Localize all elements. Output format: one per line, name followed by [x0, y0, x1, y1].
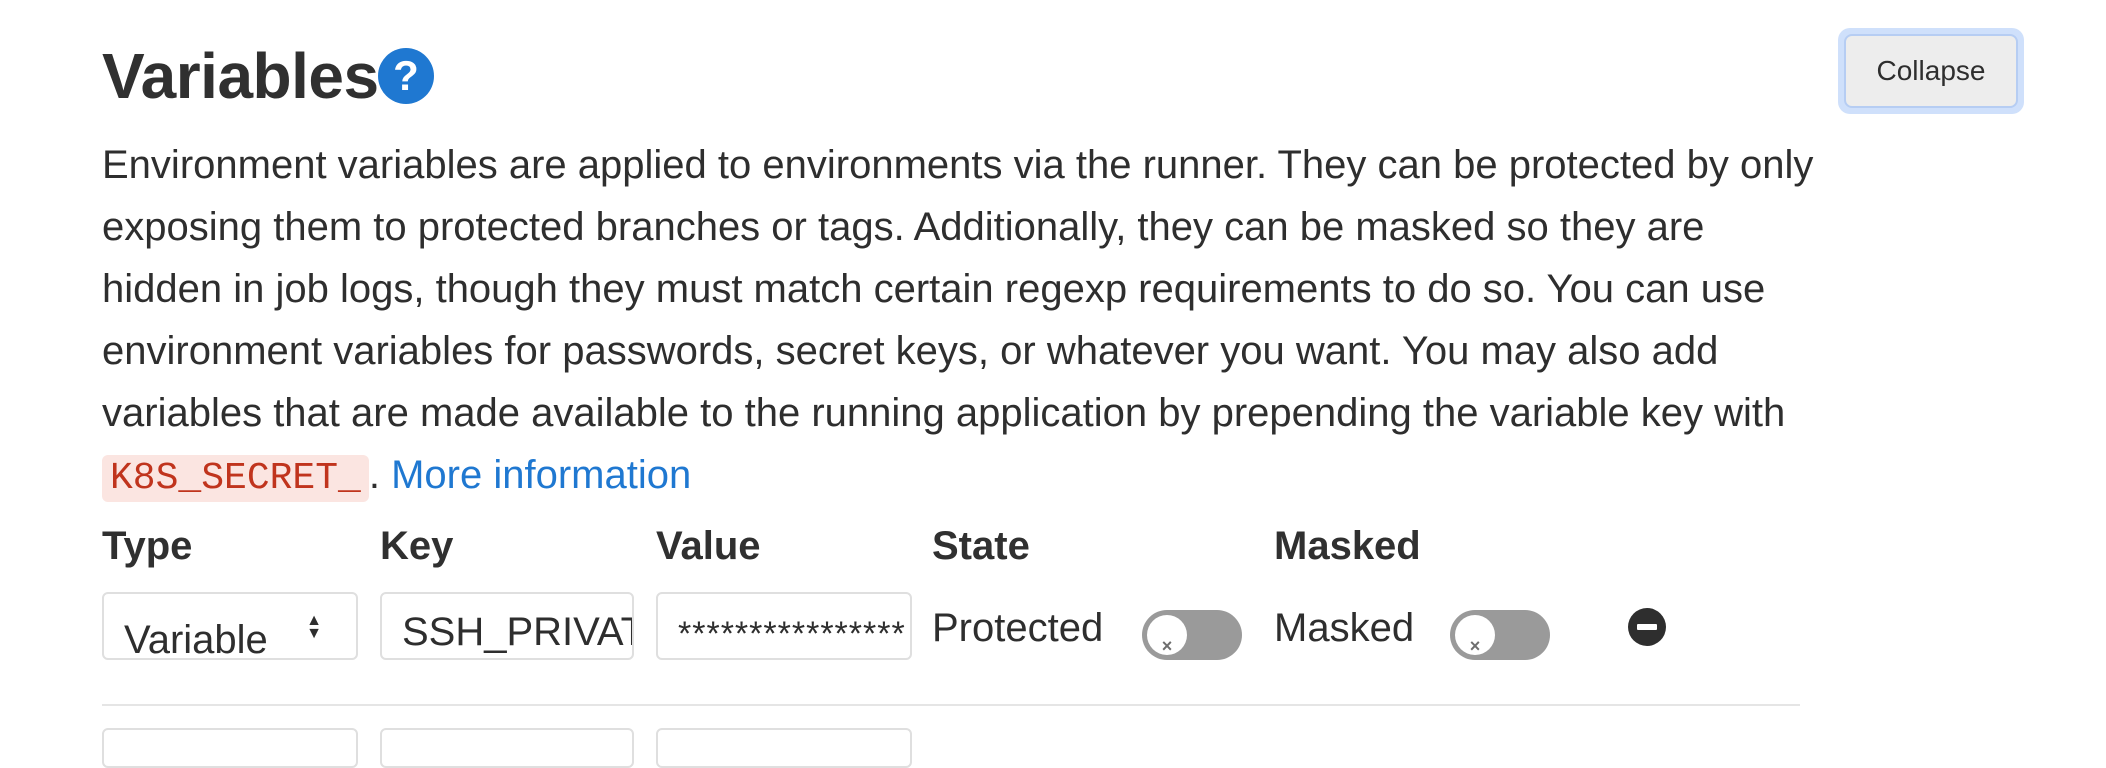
- variable-value-input[interactable]: ****************: [656, 592, 912, 660]
- collapse-button[interactable]: Collapse: [1844, 34, 2018, 108]
- more-information-link[interactable]: More information: [391, 453, 691, 497]
- remove-variable-icon[interactable]: [1628, 608, 1666, 646]
- new-variable-type-select[interactable]: [102, 728, 358, 768]
- question-circle-icon[interactable]: ?: [378, 48, 434, 104]
- variable-value-masked: ****************: [678, 615, 906, 653]
- protected-label: Protected: [932, 606, 1104, 650]
- page-title: Variables: [102, 40, 379, 112]
- toggle-off-icon: ×: [1455, 615, 1495, 655]
- description-after-code: .: [368, 453, 392, 497]
- masked-toggle[interactable]: ×: [1450, 610, 1550, 660]
- variable-type-value: Variable: [124, 618, 268, 660]
- variable-type-select[interactable]: Variable ▲ ▼: [102, 592, 358, 660]
- variables-description: Environment variables are applied to env…: [102, 134, 1822, 510]
- variable-key-input[interactable]: SSH_PRIVATE_KEY: [380, 592, 634, 660]
- description-text: Environment variables are applied to env…: [102, 143, 1814, 435]
- column-header-type: Type: [102, 524, 193, 568]
- select-arrows-icon: ▲ ▼: [306, 612, 322, 642]
- column-header-state: State: [932, 524, 1030, 568]
- masked-label: Masked: [1274, 606, 1415, 650]
- column-header-key: Key: [380, 524, 454, 568]
- protected-toggle[interactable]: ×: [1142, 610, 1242, 660]
- column-header-masked: Masked: [1274, 524, 1421, 568]
- row-divider: [102, 704, 1800, 706]
- variable-key-value: SSH_PRIVATE_KEY: [402, 610, 632, 654]
- new-variable-key-input[interactable]: [380, 728, 634, 768]
- collapse-button-focus-ring: Collapse: [1838, 28, 2024, 114]
- new-variable-value-input[interactable]: [656, 728, 912, 768]
- toggle-off-icon: ×: [1147, 615, 1187, 655]
- column-header-value: Value: [656, 524, 761, 568]
- k8s-secret-code: K8S_SECRET_: [102, 455, 369, 502]
